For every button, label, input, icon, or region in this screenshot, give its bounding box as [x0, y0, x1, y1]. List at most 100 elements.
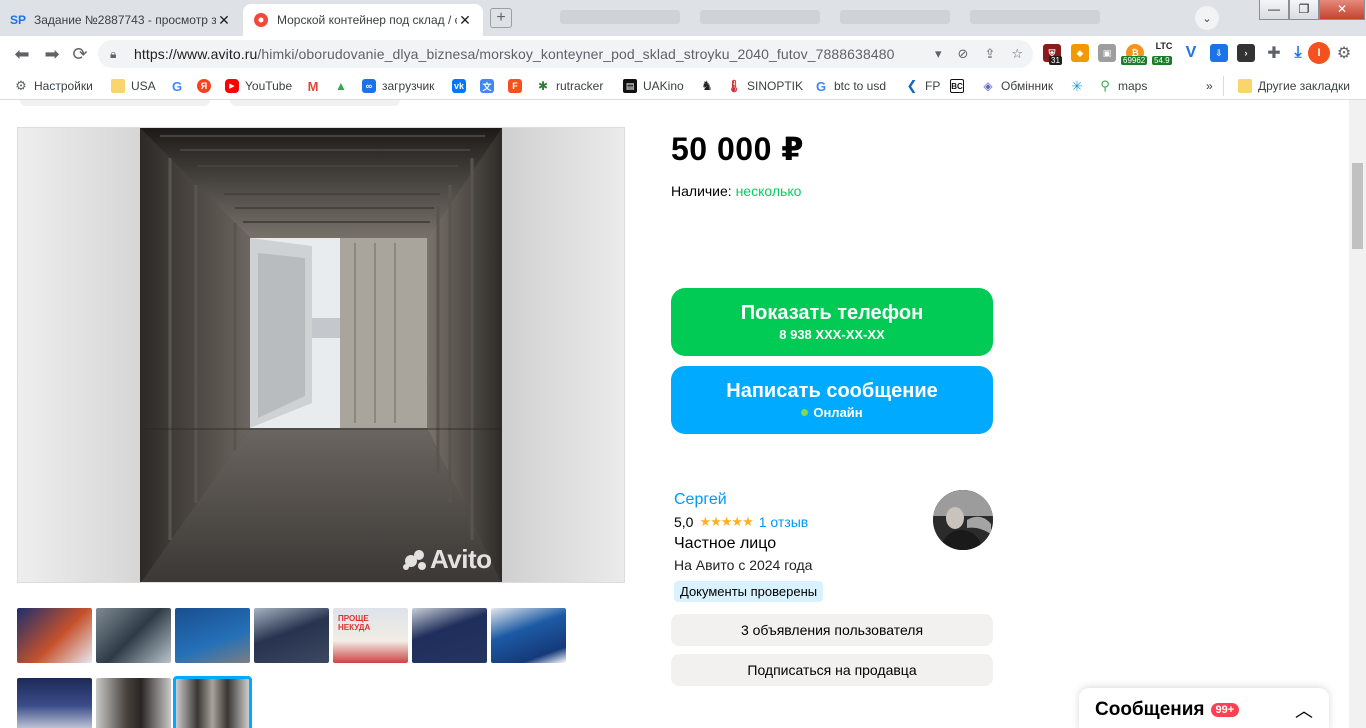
- thumbnail-3[interactable]: [175, 608, 250, 663]
- extension-terminal-icon[interactable]: ›: [1237, 44, 1255, 62]
- tab-close-icon[interactable]: ✕: [457, 12, 473, 28]
- bookmark-maps[interactable]: ⚲ maps: [1098, 77, 1147, 95]
- page-scrollbar[interactable]: [1349, 100, 1366, 728]
- reviews-link[interactable]: 1 отзыв: [759, 514, 809, 530]
- seller-ads-button[interactable]: 3 объявления пользователя: [671, 614, 993, 646]
- price: 50 000 ₽: [671, 131, 805, 167]
- seller-avatar[interactable]: [933, 490, 993, 550]
- bookmark-vk[interactable]: vk: [452, 77, 472, 95]
- blocked-icon[interactable]: ⊘: [958, 46, 969, 62]
- new-tab-button[interactable]: +: [490, 8, 512, 28]
- back-arrow-icon[interactable]: ⬅: [10, 42, 34, 66]
- messenger-widget[interactable]: Сообщения 99+ ︿: [1079, 688, 1329, 728]
- bookmark-star-icon[interactable]: ☆: [1011, 46, 1023, 62]
- bookmark-chess[interactable]: ♞: [700, 77, 720, 95]
- extensions-puzzle-icon[interactable]: ✚: [1265, 44, 1283, 62]
- bookmark-fp[interactable]: ❮ FP: [905, 77, 941, 95]
- bookmark-rutracker[interactable]: ✱ rutracker: [536, 77, 603, 95]
- thumbnail-1[interactable]: [17, 608, 92, 663]
- youtube-icon: ▶: [225, 79, 239, 93]
- background-tab[interactable]: [560, 10, 680, 24]
- bookmark-uakino[interactable]: ▤ UAKino: [623, 77, 684, 95]
- tab-task[interactable]: SP Задание №2887743 - просмотр за ✕: [0, 4, 242, 36]
- breadcrumb-pill[interactable]: [20, 100, 210, 106]
- url-text[interactable]: https://www.avito.ru/himki/oborudovanie_…: [134, 46, 935, 62]
- maximize-button[interactable]: ❐: [1289, 0, 1319, 20]
- extension-badge: 31: [1049, 56, 1062, 65]
- thumbnail-10-selected[interactable]: [173, 676, 252, 728]
- background-tab[interactable]: [700, 10, 820, 24]
- tab-search-dropdown-icon[interactable]: ⌄: [1195, 6, 1219, 30]
- bookmark-translate[interactable]: 文: [480, 77, 500, 95]
- bookmark-label: UAKino: [643, 79, 684, 93]
- tab-close-icon[interactable]: ✕: [216, 12, 232, 28]
- bookmark-label: FP: [925, 79, 941, 93]
- minimize-button[interactable]: —: [1259, 0, 1289, 20]
- bookmark-star[interactable]: ✳: [1070, 77, 1090, 95]
- bookmark-downloader[interactable]: ∞ загрузчик: [362, 77, 434, 95]
- bookmark-label: Другие закладки: [1258, 79, 1350, 93]
- show-phone-button[interactable]: Показать телефон 8 938 XXX-XX-XX: [671, 288, 993, 356]
- bookmark-bc[interactable]: BC: [950, 77, 970, 95]
- bookmark-label: rutracker: [556, 79, 604, 93]
- bookmark-btc[interactable]: Gbtc to usd: [814, 77, 886, 95]
- seller-photo: [933, 490, 993, 550]
- extension-v-icon[interactable]: V: [1182, 44, 1200, 62]
- thumbnail-6[interactable]: [412, 608, 487, 663]
- background-tab[interactable]: [840, 10, 950, 24]
- breadcrumb-pill[interactable]: [230, 100, 400, 106]
- tab-avito-listing[interactable]: Морской контейнер под склад / с ✕: [243, 4, 483, 36]
- online-dot-icon: [801, 409, 809, 416]
- bookmarks-overflow-button[interactable]: »: [1206, 77, 1213, 95]
- share-icon[interactable]: ⇪: [984, 46, 995, 62]
- bookmark-usa[interactable]: USA: [111, 77, 156, 95]
- bookmark-settings[interactable]: ⚙ Настройки: [14, 77, 93, 95]
- thumbnail-4[interactable]: [254, 608, 329, 663]
- close-window-button[interactable]: ✕: [1319, 0, 1365, 20]
- forward-arrow-icon[interactable]: ➡: [40, 42, 64, 66]
- bookmark-yandex[interactable]: Я: [197, 77, 217, 95]
- rutracker-icon: ✱: [537, 79, 549, 93]
- yandex-icon: Я: [197, 79, 211, 93]
- bookmark-label: YouTube: [245, 79, 293, 93]
- seller-name-link[interactable]: Сергей: [674, 491, 727, 509]
- extension-badge: 69962: [1121, 56, 1148, 65]
- write-message-label: Написать сообщение: [726, 380, 938, 402]
- extension-brave-icon[interactable]: ◆: [1071, 44, 1089, 62]
- seller-type: Частное лицо: [674, 535, 777, 552]
- bookmark-google[interactable]: G: [170, 77, 190, 95]
- omnibox-dropdown-icon[interactable]: ▾: [935, 46, 942, 62]
- extension-briefcase-icon[interactable]: ▣: [1098, 44, 1116, 62]
- vk-icon: vk: [452, 79, 466, 93]
- bookmark-drive[interactable]: ▲: [334, 77, 354, 95]
- sp-favicon-icon: SP: [10, 13, 27, 27]
- thumbnail-9[interactable]: [96, 678, 171, 728]
- bookmark-f[interactable]: F: [508, 77, 528, 95]
- thumbnail-2[interactable]: [96, 608, 171, 663]
- main-photo[interactable]: Avito: [17, 127, 625, 583]
- address-bar[interactable]: 🔒︎ https://www.avito.ru/himki/oborudovan…: [98, 40, 1033, 68]
- bookmark-gmail[interactable]: M: [306, 77, 326, 95]
- bookmark-sinoptik[interactable]: 🌡︎ SINOPTIK: [726, 77, 803, 95]
- subscribe-seller-button[interactable]: Подписаться на продавца: [671, 654, 993, 686]
- rating-value: 5,0: [674, 514, 694, 530]
- bookmark-exchanger[interactable]: ◈ Обмінник: [981, 77, 1053, 95]
- chevron-up-icon[interactable]: ︿: [1295, 697, 1313, 723]
- thumbnail-8[interactable]: [17, 678, 92, 728]
- background-tab[interactable]: [970, 10, 1100, 24]
- write-message-button[interactable]: Написать сообщение Онлайн: [671, 366, 993, 434]
- profile-avatar[interactable]: I: [1308, 42, 1330, 64]
- thermometer-icon: 🌡︎: [726, 79, 742, 93]
- bookmark-youtube[interactable]: ▶ YouTube: [225, 77, 292, 95]
- settings-gear-icon[interactable]: ⚙: [1335, 44, 1353, 62]
- bookmark-label: Настройки: [34, 79, 93, 93]
- phone-mask: 8 938 XXX-XX-XX: [779, 327, 885, 342]
- extension-download-icon[interactable]: ⇩: [1210, 44, 1228, 62]
- thumbnail-5[interactable]: ПРОЩЕ НЕКУДА: [333, 608, 408, 663]
- reload-icon[interactable]: ⟳: [68, 42, 92, 66]
- scrollbar-thumb[interactable]: [1352, 163, 1363, 249]
- thumbnail-7[interactable]: [491, 608, 566, 663]
- downloads-icon[interactable]: ⤓: [1289, 44, 1307, 62]
- folder-icon: [1238, 79, 1252, 93]
- bookmark-other[interactable]: Другие закладки: [1223, 76, 1350, 96]
